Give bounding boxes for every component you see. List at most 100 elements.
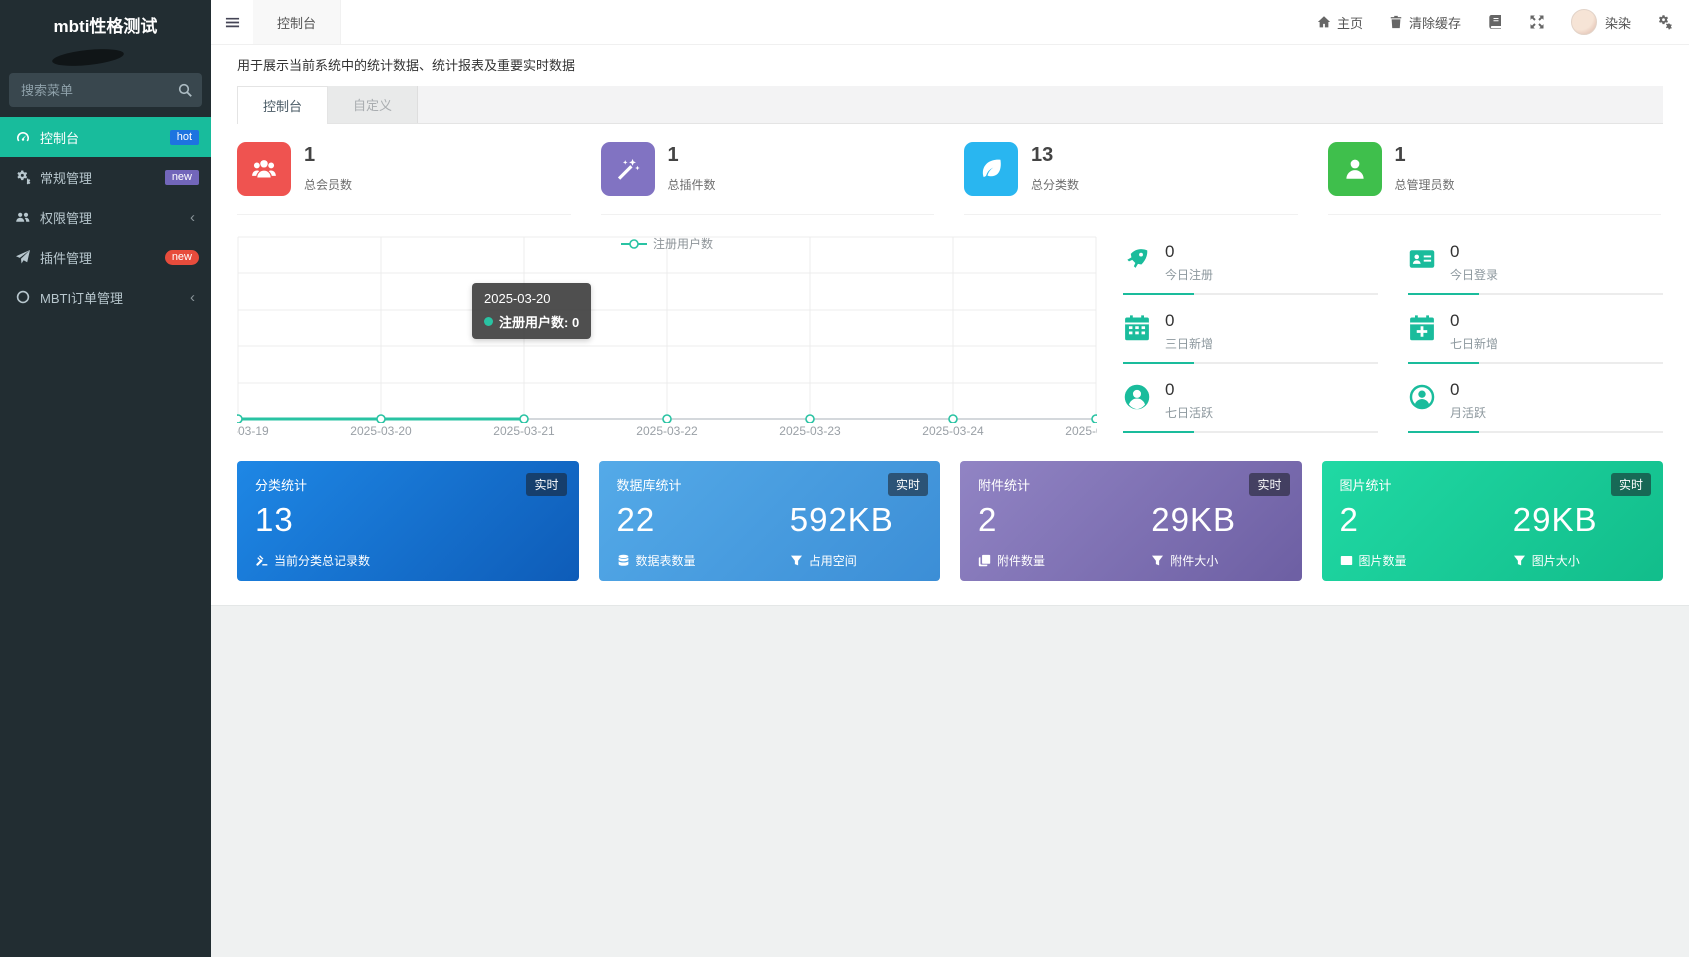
sidebar-item-general[interactable]: 常规管理 new [0,157,211,197]
top-navbar: 控制台 主页 清除缓存 染染 [211,0,1689,45]
calendar-plus-icon [1408,314,1436,342]
new-badge: new [164,169,199,185]
clear-cache-button[interactable]: 清除缓存 [1389,13,1461,32]
summary-cards-row: 分类统计 实时 13 当前分类总记录数 数据库统计 实时 22 592KB 数据… [237,461,1663,581]
mini-label: 今日注册 [1165,268,1214,282]
card-label: 附件数量 [978,552,1045,569]
stat-value: 1 [1394,144,1406,166]
sidebar-item-mbti-orders[interactable]: MBTI订单管理 ‹ [0,277,211,317]
registered-users-chart[interactable]: 注册用户数 2025-03-20 注册用户数: 0 2025-03-19 202… [237,233,1097,445]
cogs-icon [15,169,31,185]
card-label: 图片数量 [1340,552,1407,569]
sidebar-toggle-button[interactable] [211,0,253,44]
x-axis-label: 2025-03-21 [493,424,555,438]
new-badge: new [164,249,199,265]
mini-label: 七日新增 [1450,337,1499,351]
card-database-stats: 数据库统计 实时 22 592KB 数据表数量 占用空间 [598,461,940,581]
users-group-icon [251,156,277,182]
search-icon[interactable] [177,82,193,98]
copy-icon [978,554,991,567]
card-title: 数据库统计 [616,478,682,493]
legend-label: 注册用户数 [652,237,714,251]
magic-wand-icon [615,156,641,182]
stat-total-categories: 13 总分类数 [964,142,1298,215]
x-axis-label: 2025-03-19 [237,424,269,438]
mini-value: 0 [1165,380,1175,399]
leaf-icon [978,156,1004,182]
mini-value: 0 [1450,380,1460,399]
id-card-icon [1408,245,1436,273]
sidebar: mbti性格测试 控制台 hot 常规管理 new 权限管理 ‹ 插件管理 ne… [0,0,211,957]
sidebar-item-dashboard[interactable]: 控制台 hot [0,117,211,157]
card-secondary-value: 592KB [789,501,894,538]
mini-stat-monthly-active: 0 月活跃 [1408,375,1663,433]
chart-legend[interactable]: 注册用户数 [620,235,714,252]
user-icon [1342,156,1368,182]
card-value: 13 [255,501,294,538]
mini-stat-today-registered: 0 今日注册 [1123,237,1378,295]
database-icon [617,554,630,567]
users-icon [15,209,31,225]
gavel-icon [255,554,268,567]
stat-value: 1 [304,144,316,166]
chart-canvas [237,236,1097,424]
card-label: 数据表数量 [617,552,696,569]
mini-stat-three-day-new: 0 三日新增 [1123,306,1378,364]
calendar-icon [1123,314,1151,342]
card-secondary-value: 29KB [1512,501,1598,538]
dashboard-panel: 用于展示当前系统中的统计数据、统计报表及重要实时数据 控制台 自定义 1 总会员… [211,45,1689,606]
dashboard-icon [15,129,31,145]
home-label: 主页 [1336,15,1363,31]
stat-label: 总插件数 [667,178,716,192]
mini-value: 0 [1450,311,1460,330]
user-avatar [1570,9,1597,35]
settings-gears-icon[interactable] [1657,14,1673,30]
user-menu[interactable]: 染染 [1570,9,1631,35]
x-axis-label: 2025-03-24 [922,424,984,438]
realtime-badge: 实时 [1610,473,1651,496]
realtime-badge: 实时 [526,473,567,496]
sidebar-item-label: 插件管理 [40,250,93,266]
stat-label: 总会员数 [304,178,353,192]
card-title: 附件统计 [978,478,1031,493]
card-value: 22 [616,501,656,538]
x-axis-label: 2025-03-20 [350,424,412,438]
sidebar-item-label: MBTI订单管理 [40,290,124,306]
fullscreen-icon[interactable] [1529,14,1545,30]
stat-label: 总分类数 [1031,178,1080,192]
sidebar-item-permissions[interactable]: 权限管理 ‹ [0,197,211,237]
sidebar-search [9,73,202,107]
sidebar-item-plugins[interactable]: 插件管理 new [0,237,211,277]
tab-custom[interactable]: 自定义 [328,86,419,123]
card-value: 2 [978,501,998,538]
navbar-right: 主页 清除缓存 染染 [1317,0,1689,44]
page-intro: 用于展示当前系统中的统计数据、统计报表及重要实时数据 [237,58,576,73]
card-category-stats: 分类统计 实时 13 当前分类总记录数 [237,461,579,581]
stat-total-members: 1 总会员数 [237,142,571,215]
card-label: 当前分类总记录数 [255,552,370,569]
tab-dashboard[interactable]: 控制台 [237,86,329,124]
language-book-icon[interactable] [1487,14,1503,30]
content-tabbar: 控制台 自定义 [237,86,1663,124]
search-input[interactable] [9,73,202,107]
card-title: 图片统计 [1339,478,1392,493]
mini-label: 三日新增 [1165,337,1214,351]
mini-value: 0 [1165,311,1175,330]
home-icon [1317,15,1331,29]
mini-label: 七日活跃 [1165,406,1214,420]
x-axis-label: 2025-03-23 [779,424,841,438]
sidebar-item-label: 控制台 [40,130,80,146]
navbar-tab-dashboard[interactable]: 控制台 [253,0,342,44]
trash-icon [1389,15,1403,29]
user-circle-icon [1123,383,1151,411]
image-icon [1340,554,1353,567]
card-value: 2 [1339,501,1359,538]
card-secondary-label: 占用空间 [790,552,857,569]
mini-label: 月活跃 [1450,406,1487,420]
app-title: mbti性格测试 [53,16,158,36]
stat-value: 1 [667,144,679,166]
filter-icon [1513,554,1526,567]
sidebar-item-label: 权限管理 [40,210,93,226]
home-link[interactable]: 主页 [1317,13,1363,32]
realtime-badge: 实时 [887,473,928,496]
